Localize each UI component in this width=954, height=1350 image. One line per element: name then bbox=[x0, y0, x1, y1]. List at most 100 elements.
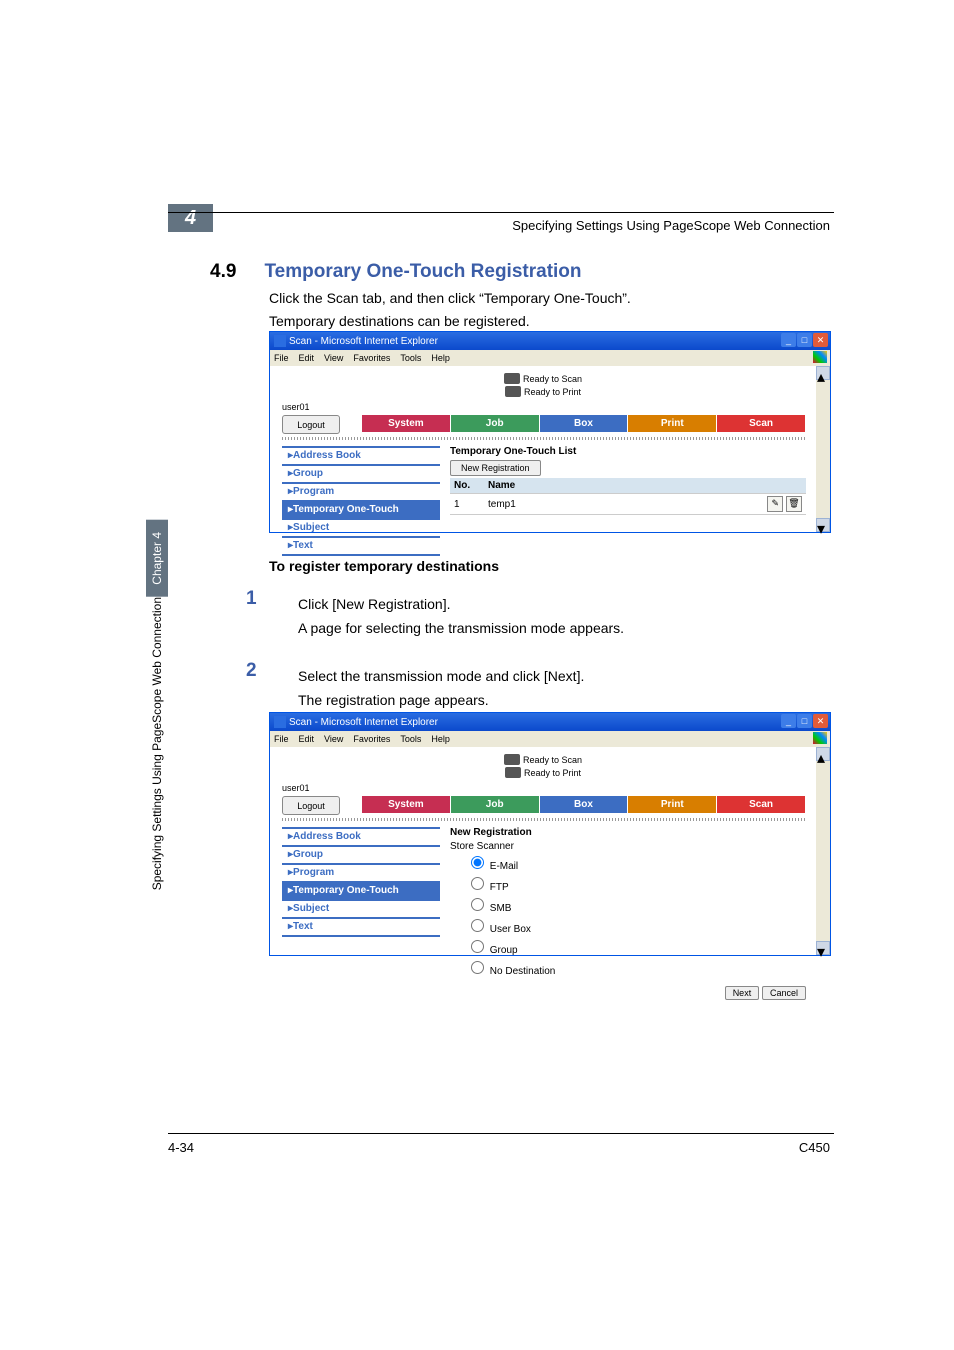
minimize-button[interactable]: _ bbox=[781, 333, 796, 347]
scroll-up-button[interactable]: ▴ bbox=[816, 366, 830, 380]
side-tab-chapter: Chapter 4 bbox=[146, 520, 168, 597]
tab-job[interactable]: Job bbox=[451, 796, 540, 813]
ie-throbber-icon bbox=[813, 732, 827, 744]
delete-icon[interactable]: 🗑 bbox=[786, 496, 802, 512]
scroll-down-button[interactable]: ▾ bbox=[816, 941, 830, 955]
window-title: Scan - Microsoft Internet Explorer bbox=[289, 717, 438, 728]
menu-tools[interactable]: Tools bbox=[400, 353, 421, 363]
step-number: 2 bbox=[246, 660, 257, 682]
status-print: Ready to Print bbox=[524, 768, 581, 778]
sidebar-item-address-book[interactable]: ▸Address Book bbox=[282, 827, 440, 845]
menu-file[interactable]: File bbox=[274, 353, 289, 363]
sidebar-item-program[interactable]: ▸Program bbox=[282, 482, 440, 500]
sidebar-item-temporary-one-touch[interactable]: ▸Temporary One-Touch bbox=[282, 500, 440, 518]
sidebar-item-temporary-one-touch[interactable]: ▸Temporary One-Touch bbox=[282, 881, 440, 899]
logout-button[interactable]: Logout bbox=[282, 796, 340, 815]
col-name: Name bbox=[484, 478, 758, 494]
divider bbox=[282, 818, 806, 821]
sidebar-item-address-book[interactable]: ▸Address Book bbox=[282, 446, 440, 464]
window-titlebar: Scan - Microsoft Internet Explorer _ □ ✕ bbox=[270, 332, 830, 350]
scroll-up-button[interactable]: ▴ bbox=[816, 747, 830, 761]
sidebar-item-text[interactable]: ▸Text bbox=[282, 917, 440, 937]
menu-bar: File Edit View Favorites Tools Help bbox=[270, 731, 830, 747]
section-number: 4.9 bbox=[210, 261, 260, 283]
menu-bar: File Edit View Favorites Tools Help bbox=[270, 350, 830, 366]
tab-system[interactable]: System bbox=[362, 796, 451, 813]
status-scan: Ready to Scan bbox=[523, 374, 582, 384]
scanner-icon bbox=[504, 754, 520, 765]
ie-icon bbox=[274, 716, 286, 728]
step-text: A page for selecting the transmission mo… bbox=[298, 618, 834, 639]
step-text: Select the transmission mode and click [… bbox=[298, 666, 834, 687]
pane-title: Temporary One-Touch List bbox=[450, 446, 806, 457]
table-row: 1 temp1 ✎ 🗑 bbox=[450, 494, 806, 515]
divider bbox=[282, 437, 806, 440]
tab-scan[interactable]: Scan bbox=[717, 415, 806, 432]
procedure-subheading: To register temporary destinations bbox=[269, 558, 499, 574]
new-registration-button[interactable]: New Registration bbox=[450, 460, 541, 476]
ie-throbber-icon bbox=[813, 351, 827, 363]
username-label: user01 bbox=[282, 783, 310, 793]
maximize-button[interactable]: □ bbox=[797, 333, 812, 347]
body-paragraph: Click the Scan tab, and then click “Temp… bbox=[269, 288, 834, 308]
printer-icon bbox=[505, 767, 521, 778]
sidebar-item-text[interactable]: ▸Text bbox=[282, 536, 440, 556]
close-button[interactable]: ✕ bbox=[813, 714, 828, 728]
screenshot-ie-list: Scan - Microsoft Internet Explorer _ □ ✕… bbox=[269, 331, 831, 533]
sidebar-item-program[interactable]: ▸Program bbox=[282, 863, 440, 881]
edit-icon[interactable]: ✎ bbox=[767, 496, 783, 512]
col-no: No. bbox=[450, 478, 484, 494]
footer-rule bbox=[168, 1133, 834, 1134]
menu-favorites[interactable]: Favorites bbox=[353, 353, 390, 363]
radio-group[interactable]: Group bbox=[450, 936, 806, 957]
menu-help[interactable]: Help bbox=[431, 353, 450, 363]
menu-edit[interactable]: Edit bbox=[299, 353, 315, 363]
tab-box[interactable]: Box bbox=[540, 415, 629, 432]
tab-box[interactable]: Box bbox=[540, 796, 629, 813]
sidebar-item-subject[interactable]: ▸Subject bbox=[282, 899, 440, 917]
menu-tools[interactable]: Tools bbox=[400, 734, 421, 744]
username-label: user01 bbox=[282, 402, 310, 412]
step-number: 1 bbox=[246, 588, 257, 610]
side-tab-title: Specifying Settings Using PageScope Web … bbox=[146, 597, 168, 910]
radio-email[interactable]: E-Mail bbox=[450, 852, 806, 873]
cancel-button[interactable]: Cancel bbox=[762, 986, 806, 1000]
pane-title: New Registration bbox=[450, 827, 806, 838]
radio-userbox[interactable]: User Box bbox=[450, 915, 806, 936]
minimize-button[interactable]: _ bbox=[781, 714, 796, 728]
maximize-button[interactable]: □ bbox=[797, 714, 812, 728]
tab-job[interactable]: Job bbox=[451, 415, 540, 432]
running-header: Specifying Settings Using PageScope Web … bbox=[512, 218, 830, 233]
tab-scan[interactable]: Scan bbox=[717, 796, 806, 813]
sidebar-item-subject[interactable]: ▸Subject bbox=[282, 518, 440, 536]
close-button[interactable]: ✕ bbox=[813, 333, 828, 347]
status-scan: Ready to Scan bbox=[523, 755, 582, 765]
status-print: Ready to Print bbox=[524, 387, 581, 397]
ie-icon bbox=[274, 335, 286, 347]
body-paragraph: Temporary destinations can be registered… bbox=[269, 311, 834, 331]
tab-print[interactable]: Print bbox=[628, 415, 717, 432]
sidebar-item-group[interactable]: ▸Group bbox=[282, 464, 440, 482]
logout-button[interactable]: Logout bbox=[282, 415, 340, 434]
menu-help[interactable]: Help bbox=[431, 734, 450, 744]
menu-view[interactable]: View bbox=[324, 353, 343, 363]
menu-file[interactable]: File bbox=[274, 734, 289, 744]
menu-view[interactable]: View bbox=[324, 734, 343, 744]
section-title: Temporary One-Touch Registration bbox=[264, 261, 581, 283]
screenshot-ie-newreg: Scan - Microsoft Internet Explorer _ □ ✕… bbox=[269, 712, 831, 956]
radio-ftp[interactable]: FTP bbox=[450, 873, 806, 894]
sidebar-item-group[interactable]: ▸Group bbox=[282, 845, 440, 863]
window-titlebar: Scan - Microsoft Internet Explorer _ □ ✕ bbox=[270, 713, 830, 731]
next-button[interactable]: Next bbox=[725, 986, 760, 1000]
step-text: The registration page appears. bbox=[298, 690, 834, 711]
tab-system[interactable]: System bbox=[362, 415, 451, 432]
tab-print[interactable]: Print bbox=[628, 796, 717, 813]
radio-no-destination[interactable]: No Destination bbox=[450, 957, 806, 978]
menu-edit[interactable]: Edit bbox=[299, 734, 315, 744]
page-number: 4-34 bbox=[168, 1140, 194, 1155]
header-rule bbox=[168, 212, 834, 213]
menu-favorites[interactable]: Favorites bbox=[353, 734, 390, 744]
radio-smb[interactable]: SMB bbox=[450, 894, 806, 915]
store-scanner-label: Store Scanner bbox=[450, 841, 806, 852]
scroll-down-button[interactable]: ▾ bbox=[816, 518, 830, 532]
